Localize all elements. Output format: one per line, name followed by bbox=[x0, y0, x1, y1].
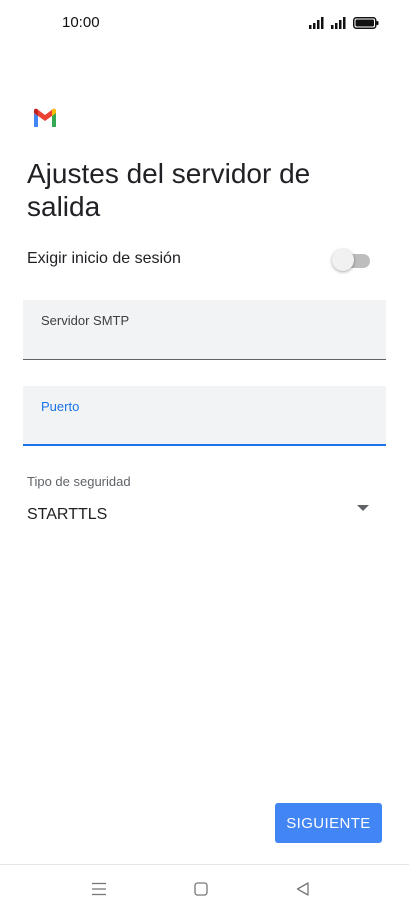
nav-divider bbox=[0, 864, 409, 865]
port-label: Puerto bbox=[41, 399, 80, 414]
smtp-server-field[interactable]: Servidor SMTP bbox=[23, 300, 386, 360]
next-button[interactable]: SIGUIENTE bbox=[275, 803, 382, 843]
security-type-label: Tipo de seguridad bbox=[27, 474, 131, 489]
dropdown-arrow-icon bbox=[357, 505, 369, 511]
signal-icon bbox=[331, 17, 346, 29]
security-type-dropdown[interactable]: STARTTLS bbox=[27, 500, 373, 534]
signal-icon bbox=[309, 17, 324, 29]
page-title: Ajustes del servidor de salida bbox=[27, 158, 311, 222]
gmail-logo-icon bbox=[34, 108, 56, 127]
toggle-thumb bbox=[332, 249, 354, 271]
require-login-toggle[interactable] bbox=[332, 249, 370, 271]
status-icons bbox=[309, 14, 379, 32]
home-icon[interactable] bbox=[191, 879, 211, 899]
port-field[interactable]: Puerto bbox=[23, 386, 386, 446]
require-login-label: Exigir inicio de sesión bbox=[27, 250, 181, 267]
smtp-server-label: Servidor SMTP bbox=[41, 313, 130, 328]
port-input[interactable] bbox=[41, 416, 365, 440]
menu-icon[interactable] bbox=[89, 879, 109, 899]
status-time: 10:00 bbox=[62, 14, 100, 31]
back-icon[interactable] bbox=[293, 879, 313, 899]
battery-icon bbox=[353, 17, 379, 29]
security-type-value: STARTTLS bbox=[27, 506, 108, 523]
smtp-server-input[interactable] bbox=[41, 330, 365, 354]
